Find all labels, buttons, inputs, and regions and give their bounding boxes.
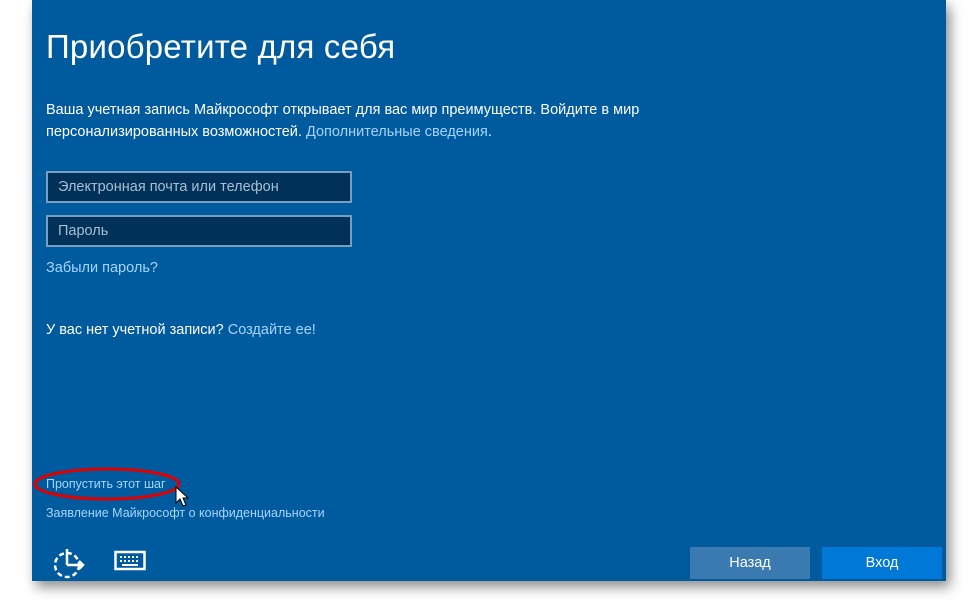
mouse-cursor-icon bbox=[176, 487, 188, 506]
highlight-ellipse bbox=[35, 469, 179, 499]
annotation-overlay bbox=[0, 0, 978, 614]
